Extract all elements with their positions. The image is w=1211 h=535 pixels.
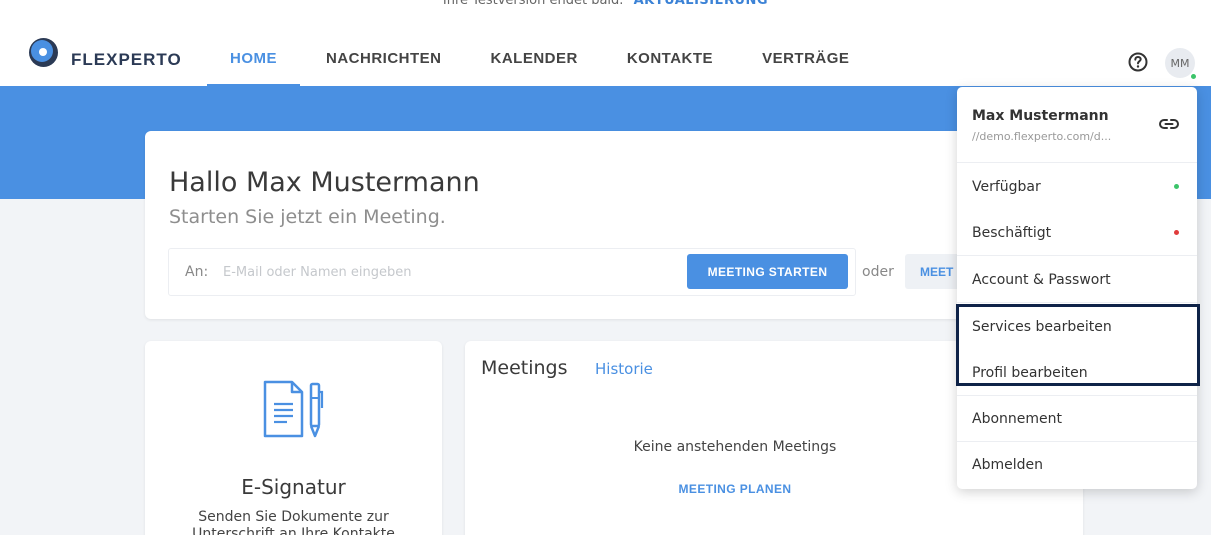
highlight-box	[956, 304, 1200, 386]
upgrade-link[interactable]: AKTUALISIERUNG	[634, 0, 769, 8]
link-icon[interactable]	[1158, 115, 1180, 137]
menu-item-label: Abonnement	[972, 410, 1063, 427]
menu-item-beschaeftigt[interactable]: Beschäftigt	[957, 210, 1197, 256]
greeting-heading: Hallo Max Mustermann	[169, 167, 480, 198]
meet-button[interactable]: MEET	[905, 254, 965, 289]
menu-item-abmelden[interactable]: Abmelden	[957, 442, 1197, 488]
history-link[interactable]: Historie	[595, 360, 653, 378]
document-pen-icon	[262, 378, 334, 444]
flexperto-logo-icon[interactable]	[29, 38, 58, 67]
menu-item-verfuegbar[interactable]: Verfügbar	[957, 164, 1197, 210]
trial-banner: Ihre Testversion endet bald. AKTUALISIER…	[0, 0, 1211, 14]
e-signature-card[interactable]: E-Signatur Senden Sie Dokumente zur Unte…	[145, 341, 442, 535]
menu-item-label: Account & Passwort	[972, 271, 1111, 288]
e-signature-description: Senden Sie Dokumente zur Unterschrift an…	[192, 509, 395, 535]
trial-message: Ihre Testversion endet bald.	[442, 0, 624, 8]
invite-label: An:	[185, 264, 209, 280]
user-name: Max Mustermann	[972, 108, 1109, 124]
plan-meeting-link[interactable]: MEETING PLANEN	[465, 482, 1005, 496]
busy-status-dot	[1174, 230, 1179, 235]
menu-item-account-passwort[interactable]: Account & Passwort	[957, 257, 1197, 303]
or-text: oder	[862, 264, 894, 280]
invite-input[interactable]	[223, 261, 673, 283]
user-menu-header: Max Mustermann //demo.flexperto.com/d...	[957, 87, 1197, 163]
e-signature-title: E-Signatur	[241, 475, 346, 499]
menu-item-label: Beschäftigt	[972, 224, 1052, 241]
top-navigation-bar: FLEXPERTO HOME NACHRICHTEN KALENDER KONT…	[0, 14, 1211, 88]
trial-banner-text: Ihre Testversion endet bald. AKTUALISIER…	[0, 0, 1211, 8]
menu-item-label: Abmelden	[972, 457, 1043, 473]
welcome-card: Hallo Max Mustermann Starten Sie jetzt e…	[145, 131, 1085, 319]
no-meetings-text: Keine anstehenden Meetings	[633, 439, 837, 455]
brand-name[interactable]: FLEXPERTO	[71, 50, 182, 70]
menu-item-label: Verfügbar	[972, 179, 1041, 195]
menu-item-abonnement[interactable]: Abonnement	[957, 396, 1197, 442]
tab-nachrichten[interactable]: NACHRICHTEN	[326, 50, 442, 67]
greeting-subline: Starten Sie jetzt ein Meeting.	[169, 206, 446, 228]
tab-kalender[interactable]: KALENDER	[491, 50, 578, 67]
online-status-dot	[1190, 73, 1197, 80]
tab-kontakte[interactable]: KONTAKTE	[627, 50, 713, 67]
user-menu-dropdown: Max Mustermann //demo.flexperto.com/d...…	[957, 87, 1197, 489]
main-nav: HOME NACHRICHTEN KALENDER KONTAKTE VERTR…	[207, 50, 898, 88]
available-status-dot	[1174, 184, 1179, 189]
tab-home[interactable]: HOME	[207, 50, 300, 88]
help-circle-icon[interactable]	[1127, 51, 1149, 77]
meetings-title: Meetings	[481, 357, 568, 379]
start-meeting-button[interactable]: MEETING STARTEN	[687, 254, 848, 289]
tab-vertraege[interactable]: VERTRÄGE	[762, 50, 849, 67]
user-profile-url: //demo.flexperto.com/d...	[972, 130, 1112, 143]
